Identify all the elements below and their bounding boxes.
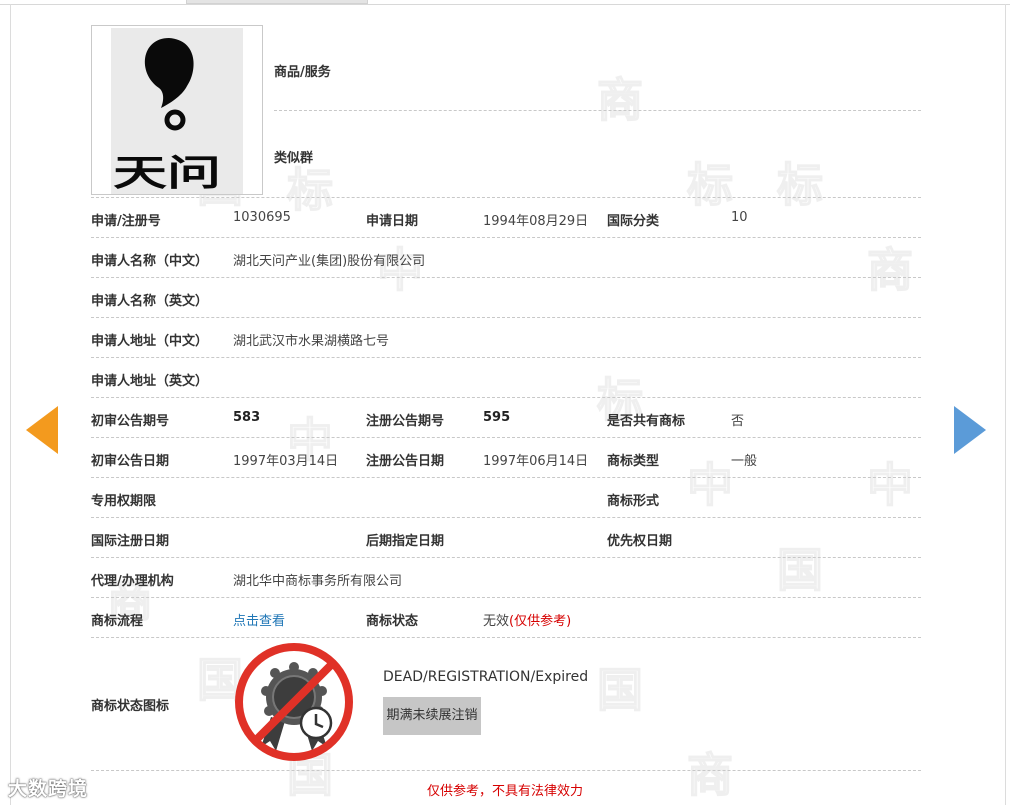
address-cn-value: 湖北武汉市水果湖横路七号 — [233, 334, 390, 349]
trademark-logo-text: 天问 — [113, 152, 221, 194]
priority-date-label: 优先权日期 — [607, 534, 673, 549]
goods-services-label: 商品/服务 — [274, 65, 331, 80]
divider — [91, 477, 921, 478]
prelim-date-label: 初审公告日期 — [91, 454, 170, 469]
apply-date-label: 申请日期 — [366, 214, 419, 229]
divider — [91, 357, 921, 358]
applicant-cn-value: 湖北天问产业(集团)股份有限公司 — [233, 254, 426, 269]
divider — [274, 110, 921, 111]
agent-value: 湖北华中商标事务所有限公司 — [233, 574, 403, 589]
reg-date-value: 1997年06月14日 — [483, 454, 589, 469]
divider — [91, 437, 921, 438]
status-value: 无效 — [483, 614, 510, 629]
status-label: 商标状态 — [366, 614, 419, 629]
status-note: (仅供参考) — [509, 614, 572, 629]
divider — [91, 517, 921, 518]
reg-date-label: 注册公告日期 — [366, 454, 445, 469]
agent-label: 代理/办理机构 — [91, 574, 174, 589]
exclusive-term-label: 专用权期限 — [91, 494, 157, 509]
prelim-issue-label: 初审公告期号 — [91, 414, 170, 429]
prelim-date-value: 1997年03月14日 — [233, 454, 339, 469]
address-cn-label: 申请人地址（中文） — [91, 334, 209, 349]
arrow-left-icon[interactable] — [26, 406, 58, 454]
divider — [91, 557, 921, 558]
arrow-right-icon[interactable] — [954, 406, 986, 454]
trademark-image-frame: 天问 — [91, 25, 263, 195]
process-label: 商标流程 — [91, 614, 144, 629]
intl-class-label: 国际分类 — [607, 214, 660, 229]
tm-form-label: 商标形式 — [607, 494, 660, 509]
shared-value: 否 — [731, 414, 745, 429]
status-badge: 期满未续展注销 — [383, 697, 481, 735]
apply-date-value: 1994年08月29日 — [483, 214, 589, 229]
divider — [91, 397, 921, 398]
brand-watermark: 大数跨境 — [8, 778, 89, 800]
address-en-label: 申请人地址（英文） — [91, 374, 209, 389]
status-value-group: 无效(仅供参考) — [483, 610, 571, 629]
intl-reg-date-label: 国际注册日期 — [91, 534, 170, 549]
divider — [91, 597, 921, 598]
prelim-issue-value: 583 — [233, 410, 261, 425]
later-designation-label: 后期指定日期 — [366, 534, 445, 549]
divider — [91, 237, 921, 238]
tm-type-label: 商标类型 — [607, 454, 660, 469]
disclaimer-text: 仅供参考，不具有法律效力 — [426, 784, 583, 799]
tm-type-value: 一般 — [731, 454, 758, 469]
shared-label: 是否共有商标 — [607, 414, 686, 429]
applicant-en-label: 申请人名称（英文） — [91, 294, 209, 309]
applicant-cn-label: 申请人名称（中文） — [91, 254, 209, 269]
reg-issue-label: 注册公告期号 — [366, 414, 445, 429]
intl-class-value: 10 — [731, 210, 748, 225]
divider — [91, 637, 921, 638]
process-link[interactable]: 点击查看 — [233, 610, 285, 629]
prohibited-certificate-icon — [233, 641, 355, 763]
divider — [91, 277, 921, 278]
reg-no-label: 申请/注册号 — [91, 214, 161, 229]
status-icon-label: 商标状态图标 — [91, 699, 170, 714]
status-en-text: DEAD/REGISTRATION/Expired — [383, 669, 589, 685]
divider — [91, 770, 921, 771]
reg-issue-value: 595 — [483, 410, 511, 425]
trademark-image: 天问 — [111, 28, 243, 194]
divider — [91, 317, 921, 318]
reg-no-value: 1030695 — [233, 210, 291, 225]
divider — [91, 197, 921, 198]
similar-group-label: 类似群 — [274, 151, 314, 166]
